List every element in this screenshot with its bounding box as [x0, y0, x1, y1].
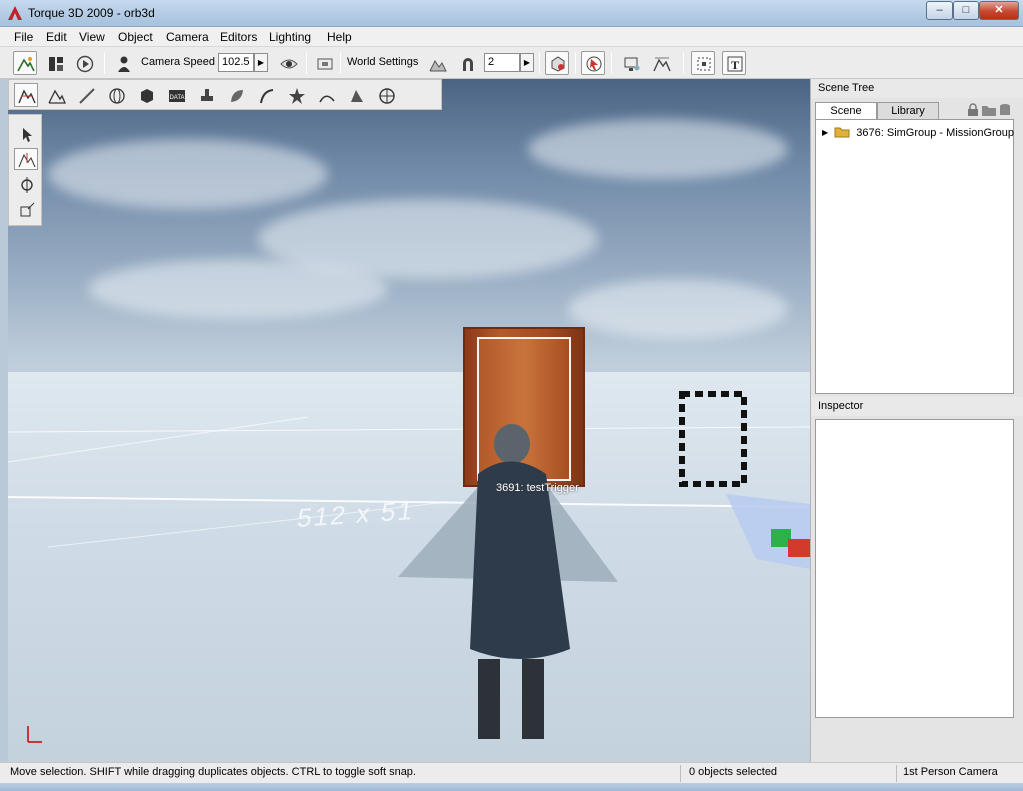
- world-editor-icon[interactable]: [13, 51, 37, 75]
- snap-size-spinner[interactable]: ▶: [520, 53, 534, 72]
- mountain-icon[interactable]: [44, 83, 68, 107]
- move-tool-icon[interactable]: [14, 148, 38, 170]
- close-button[interactable]: ✕: [979, 1, 1019, 20]
- menu-bar: File Edit View Object Camera Editors Lig…: [0, 27, 1023, 47]
- player-character[interactable]: [460, 419, 620, 749]
- screenshot-icon[interactable]: [312, 51, 336, 75]
- status-selection-count: 0 objects selected: [689, 766, 778, 778]
- particle-icon[interactable]: [284, 83, 308, 107]
- play-game-icon[interactable]: [72, 51, 96, 75]
- svg-text:T: T: [731, 58, 739, 72]
- camera-speed-input[interactable]: 102.5: [218, 53, 254, 72]
- tree-item-label: 3676: SimGroup - MissionGroup: [856, 127, 1015, 139]
- status-hint: Move selection. SHIFT while dragging dup…: [10, 766, 416, 778]
- menu-file[interactable]: File: [14, 30, 33, 44]
- folder-icon: [834, 127, 850, 138]
- select-arrow-icon[interactable]: [14, 123, 38, 145]
- rotate-tool-icon[interactable]: [14, 173, 38, 195]
- scene-tree-title: Scene Tree: [811, 79, 1023, 98]
- gui-editor-icon[interactable]: [43, 51, 67, 75]
- menu-camera[interactable]: Camera: [166, 30, 209, 44]
- status-bar: Move selection. SHIFT while dragging dup…: [0, 762, 1023, 783]
- scene-tree-box[interactable]: ▶ 3676: SimGroup - MissionGroup: [815, 119, 1014, 394]
- 3d-viewport[interactable]: 3691: testTrigger 512 x 51: [8, 79, 810, 762]
- terrain-snap-icon[interactable]: [425, 51, 449, 75]
- inspector-title: Inspector: [811, 397, 1023, 416]
- inspector-box[interactable]: [815, 419, 1014, 718]
- world-settings-label: World Settings: [347, 56, 419, 68]
- maximize-button[interactable]: □: [953, 1, 979, 20]
- mesh-display-icon[interactable]: [619, 51, 643, 75]
- terrain-tool-icon[interactable]: [14, 83, 38, 107]
- snap-size-input[interactable]: 2: [484, 53, 520, 72]
- camera-speed-label: Camera Speed: [141, 56, 215, 68]
- right-panel: Scene Tree Scene Library ▶ 3676: SimGrou…: [810, 79, 1023, 762]
- text-label-icon[interactable]: T: [722, 51, 746, 75]
- leaf-icon[interactable]: [224, 83, 248, 107]
- visibility-eye-icon[interactable]: [276, 51, 300, 75]
- player-camera-icon[interactable]: [111, 51, 135, 75]
- window-title: Torque 3D 2009 - orb3d: [28, 6, 155, 20]
- window-frame-bottom: [0, 783, 1023, 791]
- tab-library[interactable]: Library: [877, 102, 939, 120]
- tree-item-missiongroup[interactable]: ▶ 3676: SimGroup - MissionGroup: [822, 126, 1014, 139]
- main-toolbar: Camera Speed 102.5 ▶ World Settings 2 ▶ …: [0, 47, 1023, 79]
- fit-view-icon[interactable]: [691, 51, 715, 75]
- spawn-icon[interactable]: [374, 83, 398, 107]
- expand-arrow-icon[interactable]: ▶: [822, 128, 828, 137]
- data-block-icon[interactable]: DATA: [164, 83, 188, 107]
- decal-icon[interactable]: [344, 83, 368, 107]
- torque-app-icon: [8, 6, 22, 20]
- object-palette-bar: DATA: [8, 79, 442, 110]
- sphere-icon[interactable]: [104, 83, 128, 107]
- menu-object[interactable]: Object: [118, 30, 153, 44]
- cube-icon[interactable]: [134, 83, 158, 107]
- menu-view[interactable]: View: [79, 30, 105, 44]
- object-snap-icon[interactable]: [545, 51, 569, 75]
- road-icon[interactable]: [254, 83, 278, 107]
- svg-text:DATA: DATA: [169, 95, 184, 101]
- scene-props[interactable]: [676, 389, 810, 609]
- status-camera-mode: 1st Person Camera: [903, 766, 998, 778]
- selection-bounds-icon[interactable]: [581, 51, 605, 75]
- axis-gizmo: [27, 726, 42, 743]
- folder-icon[interactable]: [981, 103, 997, 117]
- magnet-snap-icon[interactable]: [455, 51, 479, 75]
- menu-editors[interactable]: Editors: [220, 30, 257, 44]
- scale-tool-icon[interactable]: [14, 198, 38, 220]
- stamp-icon[interactable]: [194, 83, 218, 107]
- database-icon[interactable]: [999, 103, 1011, 117]
- brush-icon[interactable]: [74, 83, 98, 107]
- camera-speed-spinner[interactable]: ▶: [254, 53, 268, 72]
- tool-palette: [8, 114, 42, 226]
- lock-icon[interactable]: [966, 103, 980, 117]
- title-bar: Torque 3D 2009 - orb3d – □ ✕: [0, 0, 1023, 27]
- menu-lighting[interactable]: Lighting: [269, 30, 311, 44]
- minimize-button[interactable]: –: [926, 1, 953, 20]
- trigger-label: 3691: testTrigger: [496, 482, 579, 494]
- river-icon[interactable]: [314, 83, 338, 107]
- menu-edit[interactable]: Edit: [46, 30, 67, 44]
- menu-help[interactable]: Help: [327, 30, 352, 44]
- terrain-display-icon[interactable]: [649, 51, 673, 75]
